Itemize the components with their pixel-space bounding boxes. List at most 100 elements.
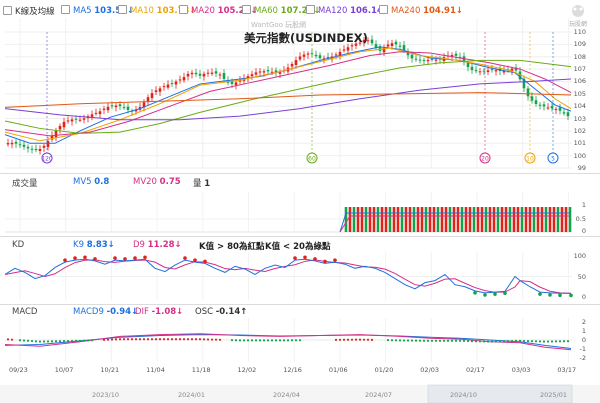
candle-body xyxy=(314,54,318,57)
candle-body xyxy=(18,144,22,146)
macd-tick: 2 xyxy=(581,318,586,326)
osc-dot xyxy=(210,338,214,341)
volume-bar xyxy=(564,207,568,232)
candle-body xyxy=(386,44,390,47)
osc-dot xyxy=(506,340,510,343)
candle-body xyxy=(110,105,114,107)
osc-dot xyxy=(158,338,162,341)
osc-dot xyxy=(410,339,414,342)
osc-dot xyxy=(366,338,370,341)
candle-body xyxy=(126,106,130,110)
dif-label: DIF xyxy=(135,307,149,317)
candle-body xyxy=(486,70,490,72)
volume-bar xyxy=(500,207,504,232)
osc-dot xyxy=(202,338,206,341)
osc-dot xyxy=(346,338,350,341)
macd-tick: 0 xyxy=(581,336,586,344)
price-tick: 106 xyxy=(573,77,586,86)
osc-dot xyxy=(370,338,374,341)
macd9-label: MACD9 xyxy=(73,307,104,317)
osc-dot xyxy=(278,339,282,342)
date-tick: 12/02 xyxy=(237,366,257,374)
osc-dot xyxy=(6,338,10,341)
volume-bar xyxy=(492,207,496,232)
osc-dot xyxy=(298,339,302,342)
candle-body xyxy=(34,148,38,151)
candle-body xyxy=(70,119,74,122)
osc-dot xyxy=(422,339,426,342)
kd-red-dot xyxy=(303,255,307,260)
volume-bar xyxy=(344,207,348,232)
candle-body xyxy=(394,41,398,45)
osc-dot xyxy=(126,338,130,341)
osc-dot xyxy=(166,338,170,341)
osc-dot xyxy=(174,338,178,341)
candle-body xyxy=(170,83,174,85)
kd-note-red: K值 > 80為紅點 xyxy=(199,242,265,252)
kd-red-dot xyxy=(183,256,187,260)
candle-body xyxy=(534,100,538,104)
candle-body xyxy=(254,72,258,75)
date-tick: 11/04 xyxy=(146,366,165,374)
volume-tick: 0.5 xyxy=(575,215,586,223)
osc-dot xyxy=(498,340,502,343)
osc-dot xyxy=(54,340,58,343)
kd-red-dot xyxy=(333,258,337,262)
candle-body xyxy=(418,59,422,61)
osc-dot xyxy=(178,338,182,341)
volume-bar xyxy=(512,207,516,232)
candle-body xyxy=(62,121,66,128)
volume-bar xyxy=(484,207,488,232)
osc-dot xyxy=(510,339,514,343)
candle-body xyxy=(258,71,262,73)
candle-body xyxy=(398,45,402,47)
volume-bar xyxy=(556,207,560,232)
osc-dot xyxy=(538,340,542,343)
osc-dot xyxy=(558,340,562,343)
volume-bar xyxy=(472,207,476,232)
moving-average-lines xyxy=(4,46,572,144)
osc-dot xyxy=(514,339,518,343)
osc-dot xyxy=(26,339,30,342)
volume-bars xyxy=(5,207,572,233)
dif-line xyxy=(4,333,572,351)
volume-bar xyxy=(368,207,372,232)
candle-body xyxy=(94,112,98,114)
candle-body xyxy=(74,118,78,120)
kd-green-dot xyxy=(483,293,487,297)
qty-label: 量 xyxy=(193,179,202,189)
d9-value: 11.28↓ xyxy=(147,240,182,250)
kd-red-dot xyxy=(203,259,207,264)
timeline-label: 2024/07 xyxy=(365,391,393,399)
volume-bar xyxy=(408,207,412,232)
osc-dot xyxy=(530,340,534,343)
candle-body xyxy=(262,71,266,73)
candle-body xyxy=(178,79,182,81)
osc-dot xyxy=(362,338,366,341)
osc-dot xyxy=(534,340,538,343)
candle-body xyxy=(54,130,58,138)
macd-lines xyxy=(4,333,572,351)
timeline-label: 2023/10 xyxy=(92,391,120,399)
osc-dot xyxy=(242,339,246,342)
volume-bar xyxy=(552,207,556,232)
kd-green-dot xyxy=(503,291,507,296)
kd-green-dot xyxy=(493,292,497,296)
osc-dot xyxy=(426,339,430,342)
osc-dot xyxy=(142,338,146,341)
kd-tick: 0 xyxy=(581,293,586,301)
osc-dot xyxy=(218,338,222,341)
candle-body xyxy=(390,43,394,47)
volume-bar xyxy=(504,207,508,232)
osc-dot xyxy=(58,340,62,343)
candle-body xyxy=(102,108,106,110)
osc-dot xyxy=(170,338,174,341)
osc-dot xyxy=(230,339,234,342)
osc-dot xyxy=(334,338,338,341)
volume-bar xyxy=(452,207,456,232)
osc-dot xyxy=(398,339,402,342)
osc-dot xyxy=(438,339,442,342)
osc-dot xyxy=(22,339,26,342)
candle-body xyxy=(106,106,110,111)
candle-body xyxy=(202,73,206,77)
